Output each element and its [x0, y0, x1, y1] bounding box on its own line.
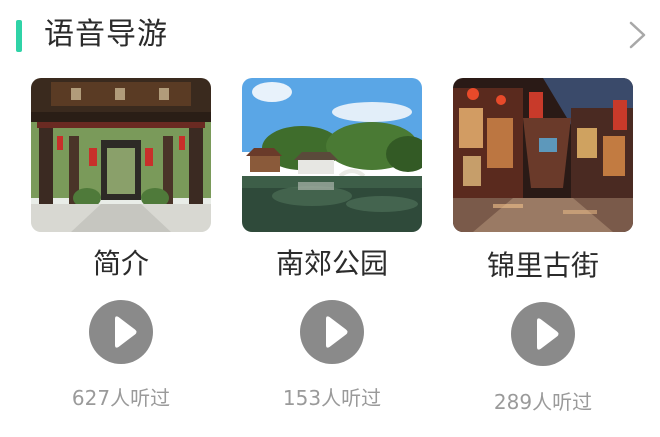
guide-card-intro[interactable]: 简介 627人听过 [31, 78, 213, 423]
guide-thumbnail-nanjiao-park[interactable] [242, 78, 422, 232]
section-accent-bar [16, 20, 22, 52]
guide-name[interactable]: 南郊公园 [242, 244, 422, 284]
chevron-right-icon [629, 21, 646, 49]
section-header: 语音导游 [0, 0, 660, 74]
section-title: 语音导游 [44, 17, 168, 52]
listen-count: 153人听过 [282, 386, 382, 410]
play-icon [537, 318, 559, 350]
guide-name[interactable]: 锦里古街 [453, 246, 633, 286]
play-icon [115, 316, 137, 348]
park-pond-image [242, 78, 422, 232]
play-button[interactable] [300, 300, 364, 364]
listen-count: 627人听过 [71, 386, 171, 410]
listen-count: 289人听过 [493, 390, 593, 414]
guide-card-nanjiao-park[interactable]: 南郊公园 153人听过 [242, 78, 424, 423]
play-icon [326, 316, 348, 348]
old-street-image [453, 78, 633, 232]
guide-thumbnail-jinli-street[interactable] [453, 78, 633, 232]
play-button[interactable] [511, 302, 575, 366]
temple-gate-image [31, 78, 211, 232]
guide-thumbnail-intro[interactable] [31, 78, 211, 232]
guide-name[interactable]: 简介 [31, 244, 211, 284]
play-button[interactable] [89, 300, 153, 364]
more-button[interactable] [620, 18, 654, 52]
guide-card-jinli-street[interactable]: 锦里古街 289人听过 [453, 78, 635, 423]
